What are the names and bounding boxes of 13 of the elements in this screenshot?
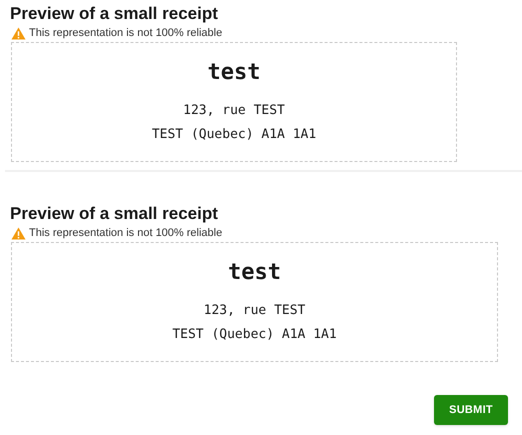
receipt-line: TEST (Quebec) A1A 1A1 bbox=[152, 126, 316, 144]
warning-icon bbox=[11, 27, 26, 40]
receipt-line: 123, rue TEST bbox=[204, 302, 306, 320]
receipt-name: test bbox=[228, 259, 281, 287]
receipt-line: TEST (Quebec) A1A 1A1 bbox=[172, 326, 337, 344]
receipt-line: 123, rue TEST bbox=[183, 102, 285, 120]
warning-text: This representation is not 100% reliable bbox=[29, 226, 222, 242]
warning-text: This representation is not 100% reliable bbox=[29, 26, 222, 42]
section-heading: Preview of a small receipt bbox=[10, 3, 219, 25]
warning-icon bbox=[11, 227, 26, 240]
receipt-name: test bbox=[208, 59, 260, 87]
section-heading: Preview of a small receipt bbox=[10, 203, 219, 225]
submit-button[interactable]: SUBMIT bbox=[434, 395, 508, 425]
